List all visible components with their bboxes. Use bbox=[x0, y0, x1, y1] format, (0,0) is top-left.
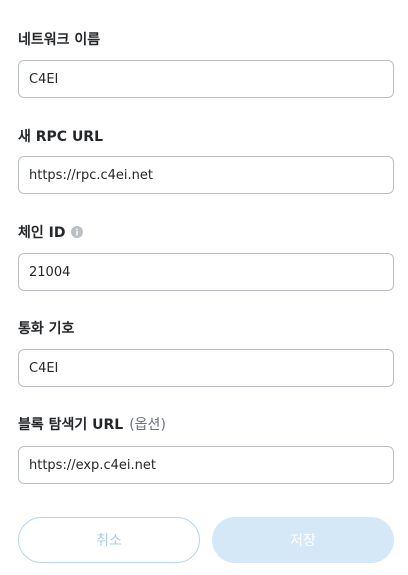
chain-id-input[interactable] bbox=[18, 253, 394, 291]
cancel-button[interactable]: 취소 bbox=[18, 517, 200, 563]
info-circle-icon[interactable] bbox=[71, 226, 84, 238]
save-button[interactable]: 저장 bbox=[212, 517, 394, 563]
chain-id-label-row: 체인 ID bbox=[18, 222, 394, 242]
chain-id-label: 체인 ID bbox=[18, 225, 66, 241]
chain-id-field: 체인 ID bbox=[18, 222, 394, 242]
currency-symbol-input[interactable] bbox=[18, 349, 394, 387]
optional-label: (옵션) bbox=[129, 417, 166, 433]
cancel-button-label: 취소 bbox=[96, 533, 122, 549]
currency-symbol-field: 통화 기호 bbox=[18, 318, 394, 338]
rpc-url-label: 새 RPC URL bbox=[18, 129, 104, 145]
currency-symbol-label-row: 통화 기호 bbox=[18, 318, 394, 338]
network-name-label: 네트워크 이름 bbox=[18, 32, 101, 48]
block-explorer-input[interactable] bbox=[18, 446, 394, 484]
save-button-label: 저장 bbox=[290, 533, 316, 549]
network-name-field: 네트워크 이름 bbox=[18, 29, 394, 49]
network-name-input[interactable] bbox=[18, 60, 394, 98]
block-explorer-field: 블록 탐색기 URL (옵션) bbox=[18, 414, 394, 434]
block-explorer-label: 블록 탐색기 URL bbox=[18, 417, 124, 433]
currency-symbol-label: 통화 기호 bbox=[18, 321, 75, 337]
rpc-url-input[interactable] bbox=[18, 156, 394, 194]
rpc-url-field: 새 RPC URL bbox=[18, 126, 394, 146]
network-name-label-row: 네트워크 이름 bbox=[18, 29, 394, 49]
rpc-url-label-row: 새 RPC URL bbox=[18, 126, 394, 146]
block-explorer-label-row: 블록 탐색기 URL (옵션) bbox=[18, 414, 394, 434]
